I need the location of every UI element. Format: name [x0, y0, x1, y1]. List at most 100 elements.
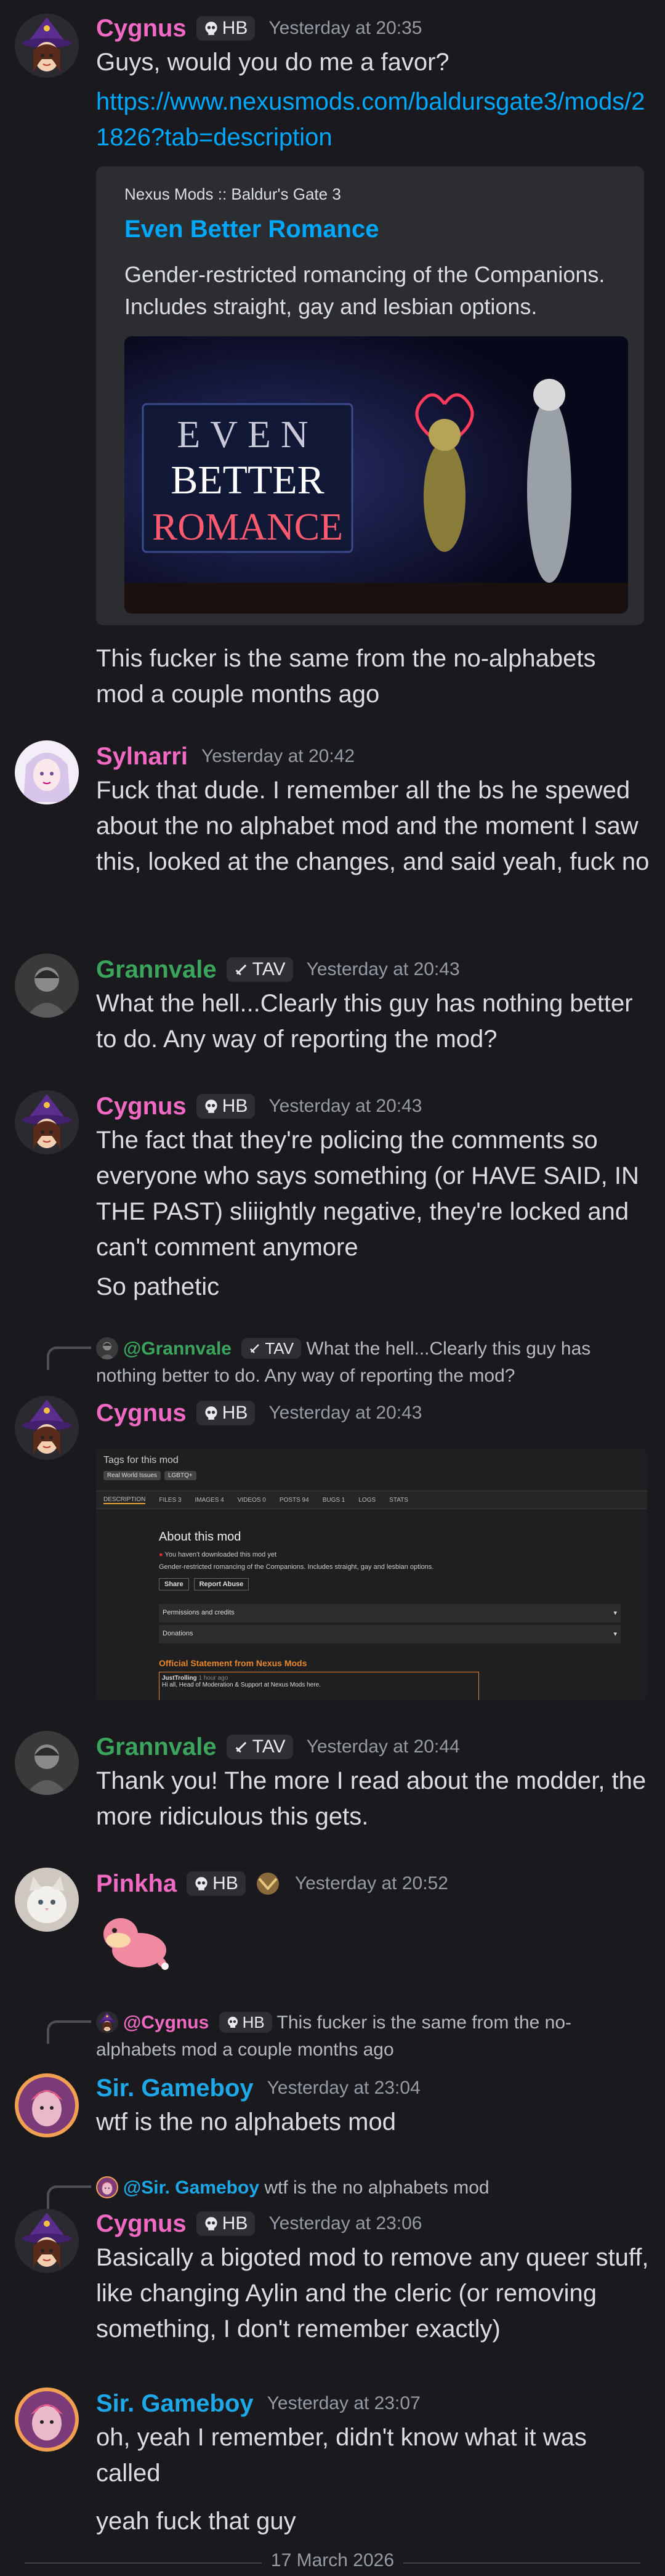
reply-author[interactable]: @Sir. Gameboy — [123, 2177, 259, 2198]
reply-badge: TAV — [241, 1338, 302, 1359]
username-cygnus[interactable]: Cygnus — [96, 2210, 187, 2238]
role-badge[interactable]: HB — [196, 1401, 256, 1425]
timestamp: Yesterday at 20:52 — [294, 1873, 448, 1894]
timestamp: Yesterday at 20:43 — [268, 1096, 422, 1116]
date-divider-label: 17 March 2026 — [262, 2550, 403, 2571]
timestamp: Yesterday at 23:06 — [268, 2213, 422, 2234]
shot-tag: Real World Issues — [103, 1471, 161, 1480]
embed-provider[interactable]: Nexus Mods :: Baldur's Gate 3 — [124, 185, 341, 204]
badge-label: HB — [212, 1873, 238, 1894]
badge-label: HB — [222, 2213, 248, 2234]
shot-poster: JustTrolling — [162, 1675, 197, 1682]
avatar-grannvale[interactable] — [15, 954, 79, 1018]
role-badge[interactable]: HB — [196, 1094, 256, 1119]
avatar-cygnus[interactable] — [15, 1090, 79, 1154]
avatar-grannvale[interactable] — [15, 1731, 79, 1795]
message-text: Guys, would you do me a favor? — [96, 49, 449, 76]
username-cygnus[interactable]: Cygnus — [96, 1093, 187, 1120]
reply-badge: HB — [219, 2012, 272, 2033]
shot-desc: Gender-restricted romancing of the Compa… — [159, 1563, 434, 1571]
message-text: wtf is the no alphabets mod — [96, 2108, 396, 2136]
role-badge[interactable]: HB — [196, 2211, 256, 2236]
username-sylnarri[interactable]: Sylnarri — [96, 743, 188, 771]
badge-label: TAV — [252, 1736, 286, 1757]
username-pinkha[interactable]: Pinkha — [96, 1870, 177, 1898]
reply-author[interactable]: @Cygnus — [123, 2012, 209, 2033]
shot-notice: ● You haven't downloaded this mod yet — [159, 1551, 277, 1558]
message-text: Thank you! The more I read about the mod… — [96, 1767, 647, 1830]
shot-post-text: Hi all, Head of Moderation & Support at … — [162, 1682, 321, 1688]
shot-post: JustTrolling 1 hour ago Hi all, Head of … — [159, 1672, 479, 1700]
shot-tab: FILES 3 — [159, 1496, 182, 1504]
role-badge[interactable]: HB — [187, 1871, 246, 1896]
role-badge[interactable]: HB — [196, 16, 256, 41]
message-followup: yeah fuck that guy — [96, 2508, 296, 2535]
embed-title[interactable]: Even Better Romance — [124, 216, 379, 243]
shot-perm-label: Permissions and credits — [163, 1609, 235, 1616]
shot-tag: LGBTQ+ — [164, 1471, 196, 1480]
shot-permissions: Permissions and credits ▾ — [159, 1604, 621, 1622]
sword-icon — [234, 962, 249, 977]
username-gameboy[interactable]: Sir. Gameboy — [96, 2390, 254, 2418]
shot-tab: STATS — [389, 1496, 408, 1504]
username-cygnus[interactable]: Cygnus — [96, 15, 187, 43]
shot-tags-title: Tags for this mod — [103, 1455, 179, 1465]
username-cygnus[interactable]: Cygnus — [96, 1399, 187, 1427]
skull-icon — [204, 1099, 219, 1114]
reply-preview[interactable]: @Sir. Gameboy wtf is the no alphabets mo… — [96, 2174, 650, 2201]
avatar-gameboy[interactable] — [15, 2073, 79, 2137]
reply-connector — [47, 2185, 91, 2209]
shot-tab: DESCRIPTION — [103, 1496, 146, 1504]
reply-text: wtf is the no alphabets mod — [264, 2177, 490, 2198]
avatar-sylnarri[interactable] — [15, 740, 79, 804]
avatar-pinkha[interactable] — [15, 1868, 79, 1932]
shot-notice-text: You haven't downloaded this mod yet — [164, 1551, 277, 1558]
image-attachment[interactable]: Tags for this mod Real World Issues LGBT… — [96, 1449, 647, 1700]
reply-avatar — [96, 1337, 118, 1359]
slowpoke-sticker[interactable] — [96, 1907, 170, 1971]
server-emblem-icon[interactable] — [254, 1870, 281, 1897]
skull-icon — [194, 1876, 209, 1891]
message-followup: So pathetic — [96, 1273, 220, 1300]
banner-word-2: BETTER — [171, 458, 324, 503]
skull-icon — [204, 1406, 219, 1420]
avatar-gameboy[interactable] — [15, 2388, 79, 2452]
avatar-cygnus[interactable] — [15, 1396, 79, 1460]
banner-word-3: ROMANCE — [152, 506, 343, 548]
message-header: Cygnus HB Yesterday at 20:35 — [96, 12, 422, 44]
badge-label: HB — [222, 1096, 248, 1116]
badge-label: HB — [222, 18, 248, 38]
role-badge[interactable]: TAV — [226, 957, 293, 982]
timestamp: Yesterday at 20:43 — [306, 959, 460, 979]
reply-connector — [47, 1347, 91, 1370]
reply-preview[interactable]: @Cygnus HB This fucker is the same from … — [96, 2009, 650, 2064]
timestamp: Yesterday at 20:43 — [268, 1403, 422, 1423]
message-text: oh, yeah I remember, didn't know what it… — [96, 2424, 587, 2487]
shot-tab: LOGS — [358, 1496, 376, 1504]
shot-report: Report Abuse — [193, 1578, 249, 1590]
timestamp: Yesterday at 20:42 — [201, 746, 355, 766]
reply-preview[interactable]: @Grannvale TAV What the hell...Clearly t… — [96, 1335, 650, 1390]
link-embed: Nexus Mods :: Baldur's Gate 3 Even Bette… — [96, 166, 644, 625]
shot-about-title: About this mod — [159, 1530, 241, 1544]
message-text: What the hell...Clearly this guy has not… — [96, 990, 633, 1053]
mod-link[interactable]: https://www.nexusmods.com/baldursgate3/m… — [96, 84, 650, 155]
username-gameboy[interactable]: Sir. Gameboy — [96, 2075, 254, 2102]
avatar-cygnus[interactable] — [15, 14, 79, 78]
embed-description: Gender-restricted romancing of the Compa… — [124, 262, 605, 319]
skull-icon — [227, 2016, 239, 2028]
shot-tab: POSTS 94 — [279, 1496, 309, 1504]
embed-image[interactable]: EVEN BETTER ROMANCE — [124, 336, 628, 614]
shot-tab: IMAGES 4 — [195, 1496, 224, 1504]
username-grannvale[interactable]: Grannvale — [96, 956, 217, 984]
shot-tabs: DESCRIPTION FILES 3 IMAGES 4 VIDEOS 0 PO… — [96, 1491, 647, 1509]
shot-post-time: 1 hour ago — [198, 1675, 228, 1682]
badge-label: TAV — [252, 959, 286, 979]
username-grannvale[interactable]: Grannvale — [96, 1733, 217, 1761]
shot-donations-label: Donations — [163, 1630, 193, 1637]
reply-author[interactable]: @Grannvale — [123, 1339, 232, 1359]
role-badge[interactable]: TAV — [226, 1735, 293, 1759]
avatar-cygnus[interactable] — [15, 2209, 79, 2273]
reply-connector — [47, 2020, 91, 2044]
reply-badge-label: TAV — [265, 1339, 294, 1358]
